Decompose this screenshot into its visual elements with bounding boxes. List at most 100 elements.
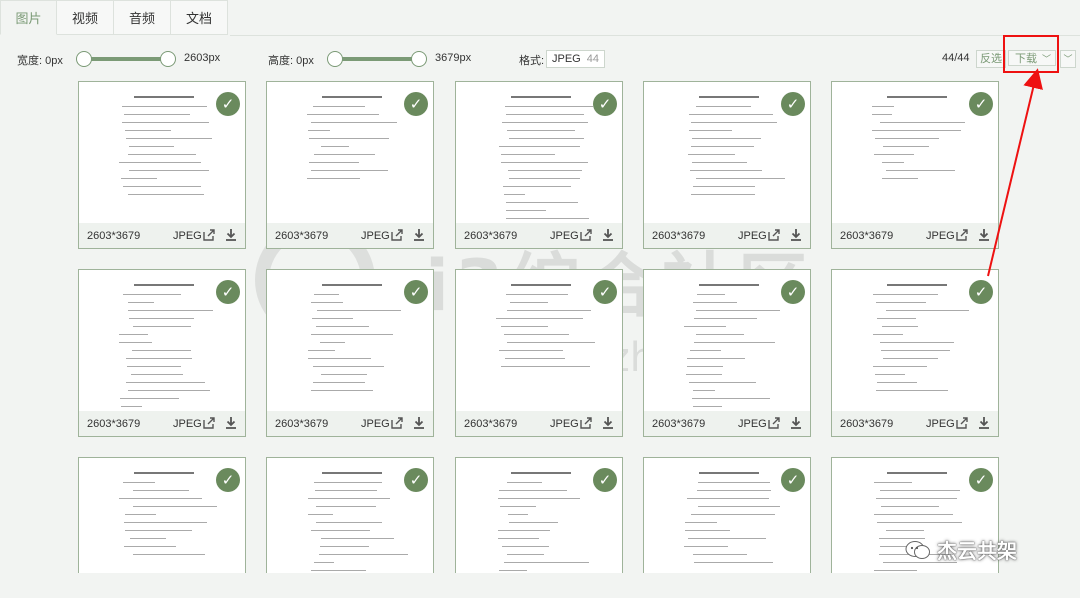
checkmark-icon[interactable]: ✓: [593, 92, 617, 116]
share-icon[interactable]: [202, 228, 216, 242]
thumbnail-text-line: [697, 490, 771, 491]
image-card[interactable]: ✓ 2603*3679 JPEG: [831, 81, 999, 249]
thumbnail-text-line: [684, 326, 726, 327]
share-icon[interactable]: [390, 416, 404, 430]
share-icon[interactable]: [390, 228, 404, 242]
checkmark-icon[interactable]: ✓: [969, 92, 993, 116]
thumbnail-text-line: [498, 530, 550, 531]
thumbnail-text-line: [501, 154, 555, 155]
image-card[interactable]: ✓ 2603*3679 JPEG: [78, 269, 246, 437]
thumbnail-text-line: [886, 530, 924, 531]
share-icon[interactable]: [202, 416, 216, 430]
more-options-chevron-icon[interactable]: ﹀: [1060, 50, 1076, 68]
share-icon[interactable]: [579, 228, 593, 242]
thumbnail-text-line: [689, 382, 756, 383]
thumbnail-text-line: [314, 294, 339, 295]
thumbnail-text-line: [125, 530, 192, 531]
media-tabs: 图片 视频 音频 文档: [0, 0, 228, 36]
thumbnail-text-line: [698, 506, 780, 507]
share-icon[interactable]: [955, 228, 969, 242]
image-card[interactable]: ✓ 2603*3679 JPEG: [831, 269, 999, 437]
thumbnail-text-line: [693, 302, 737, 303]
image-card[interactable]: ✓ 2603*3679 JPEG: [266, 269, 434, 437]
image-card[interactable]: ✓ 2603*3679 JPEG: [266, 81, 434, 249]
thumbnail-text-line: [880, 122, 965, 123]
height-min-handle[interactable]: [327, 51, 343, 67]
image-card[interactable]: ✓ 2603*3679 JPEG: [455, 269, 623, 437]
image-card[interactable]: ✓: [266, 457, 434, 573]
download-icon[interactable]: [789, 416, 803, 430]
image-card[interactable]: ✓: [643, 457, 811, 573]
image-card[interactable]: ✓ 2603*3679 JPEG: [643, 269, 811, 437]
checkmark-icon[interactable]: ✓: [404, 280, 428, 304]
checkmark-icon[interactable]: ✓: [216, 92, 240, 116]
image-format: JPEG: [550, 417, 579, 430]
checkmark-icon[interactable]: ✓: [781, 92, 805, 116]
thumbnail-text-line: [690, 350, 721, 351]
image-card[interactable]: ✓ 2603*3679 JPEG: [643, 81, 811, 249]
download-icon[interactable]: [224, 228, 238, 242]
tabs-divider: [230, 35, 1080, 36]
height-range-slider[interactable]: [327, 51, 427, 67]
thumbnail-text-line: [501, 326, 548, 327]
checkmark-icon[interactable]: ✓: [593, 468, 617, 492]
tab-images[interactable]: 图片: [0, 0, 57, 35]
image-card[interactable]: ✓: [455, 457, 623, 573]
checkmark-icon[interactable]: ✓: [216, 280, 240, 304]
download-icon[interactable]: [789, 228, 803, 242]
width-range-slider[interactable]: [76, 51, 176, 67]
checkmark-icon[interactable]: ✓: [404, 92, 428, 116]
height-max-handle[interactable]: [411, 51, 427, 67]
checkmark-icon[interactable]: ✓: [969, 280, 993, 304]
checkmark-icon[interactable]: ✓: [216, 468, 240, 492]
image-card[interactable]: ✓ 2603*3679 JPEG: [455, 81, 623, 249]
thumbnail-text-line: [311, 122, 397, 123]
thumbnail-text-line: [692, 162, 747, 163]
checkmark-icon[interactable]: ✓: [593, 280, 617, 304]
download-icon[interactable]: [412, 228, 426, 242]
download-icon[interactable]: [977, 416, 991, 430]
thumbnail-title-line: [699, 284, 759, 286]
thumbnail-text-line: [883, 146, 929, 147]
thumbnail-text-line: [119, 342, 152, 343]
image-card[interactable]: ✓: [78, 457, 246, 573]
image-format: JPEG: [361, 417, 390, 430]
thumbnail-text-line: [317, 310, 401, 311]
format-filter-tag[interactable]: JPEG 44: [546, 50, 605, 68]
share-icon[interactable]: [767, 228, 781, 242]
share-icon[interactable]: [767, 416, 781, 430]
selection-count: 44/44: [942, 52, 970, 64]
image-card[interactable]: ✓ 2603*3679 JPEG: [78, 81, 246, 249]
checkmark-icon[interactable]: ✓: [781, 280, 805, 304]
invert-selection-button[interactable]: 反选: [976, 50, 1006, 68]
width-min-handle[interactable]: [76, 51, 92, 67]
tab-audio[interactable]: 音频: [114, 0, 171, 35]
checkmark-icon[interactable]: ✓: [404, 468, 428, 492]
card-footer: 2603*3679 JPEG: [79, 223, 245, 248]
thumbnail-text-line: [126, 138, 212, 139]
thumbnail-text-line: [124, 114, 190, 115]
download-icon[interactable]: [977, 228, 991, 242]
download-icon[interactable]: [412, 416, 426, 430]
tab-videos[interactable]: 视频: [57, 0, 114, 35]
tab-documents[interactable]: 文档: [171, 0, 228, 35]
thumbnail-text-line: [872, 106, 894, 107]
thumbnail-text-line: [507, 310, 591, 311]
thumbnail-text-line: [689, 130, 732, 131]
download-icon[interactable]: [601, 228, 615, 242]
thumbnail-text-line: [496, 318, 583, 319]
width-max-handle[interactable]: [160, 51, 176, 67]
image-dimensions: 2603*3679: [464, 229, 518, 242]
thumbnail-text-line: [501, 366, 590, 367]
download-icon[interactable]: [224, 416, 238, 430]
thumbnail-text-line: [312, 318, 353, 319]
share-icon[interactable]: [955, 416, 969, 430]
checkmark-icon[interactable]: ✓: [969, 468, 993, 492]
checkmark-icon[interactable]: ✓: [781, 468, 805, 492]
thumbnail-text-line: [882, 326, 918, 327]
width-filter-label: 宽度: 0px: [17, 55, 63, 67]
thumbnail-text-line: [690, 170, 762, 171]
thumbnail-text-line: [129, 146, 174, 147]
share-icon[interactable]: [579, 416, 593, 430]
download-icon[interactable]: [601, 416, 615, 430]
